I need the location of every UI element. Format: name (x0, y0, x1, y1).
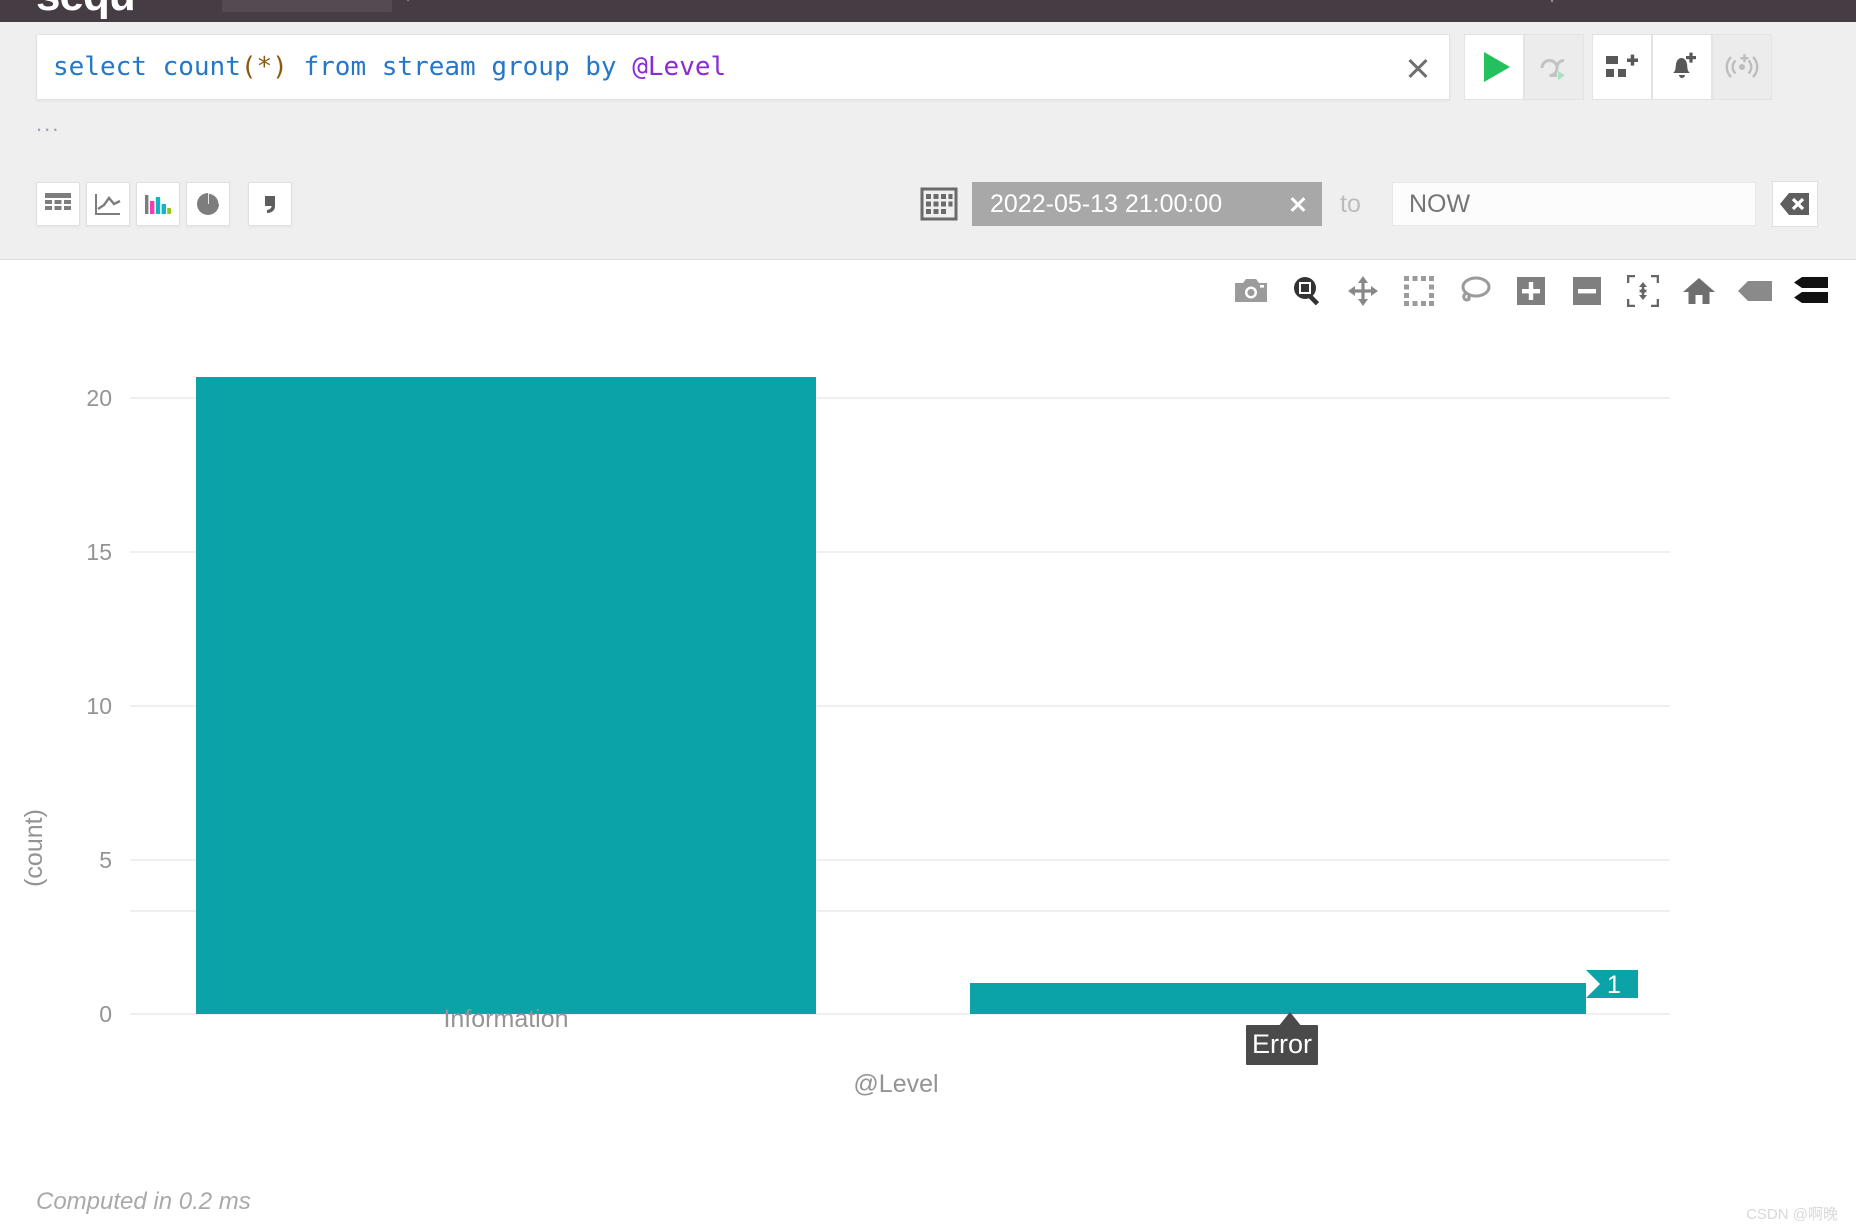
bar-value-text: 1 (1607, 971, 1621, 999)
calendar-picker-button[interactable] (920, 185, 958, 223)
x-tick-label-information: Information (443, 1005, 568, 1033)
line-chart-icon (95, 194, 121, 215)
view-line-chart-button[interactable] (86, 182, 130, 226)
header-search-pill[interactable] (222, 0, 392, 12)
query-row: select count(*) from stream group by @Le… (0, 34, 1856, 100)
broadcast-add-icon (1725, 54, 1759, 78)
run-query-button[interactable] (1464, 34, 1524, 100)
time-range-to-label: to (1340, 190, 1361, 218)
query-token-select: select (53, 52, 147, 82)
y-tick-label: 20 (86, 385, 112, 411)
time-range-from-value: 2022-05-13 21:00:00 (990, 189, 1223, 218)
y-tick-label: 15 (86, 539, 112, 565)
bar-error[interactable] (970, 983, 1586, 1014)
comma-icon (265, 196, 275, 213)
create-alert-button[interactable] (1652, 34, 1712, 100)
chevron-down-icon[interactable]: ▾ (404, 0, 412, 6)
compute-time-note: Computed in 0.2 ms (36, 1188, 251, 1215)
clear-from-date-icon[interactable] (1288, 194, 1308, 214)
bell-add-icon (1673, 52, 1696, 78)
hover-tooltip: Error (1246, 1012, 1318, 1065)
query-token-level: @Level (632, 52, 727, 82)
time-range-from-input[interactable]: 2022-05-13 21:00:00 (972, 182, 1322, 226)
query-token-from: from (303, 52, 367, 82)
pie-chart-icon (197, 193, 219, 215)
y-tick-label: 0 (99, 1001, 112, 1027)
y-tick-label: 5 (99, 847, 112, 873)
live-tail-button[interactable] (1524, 34, 1584, 100)
calendar-icon (920, 187, 958, 221)
time-range-to-input[interactable] (1392, 182, 1756, 226)
query-token-count: count (162, 52, 241, 82)
query-token-paren-open: ( (240, 52, 257, 82)
clear-time-range-button[interactable] (1772, 181, 1818, 227)
view-bar-chart-button[interactable] (136, 182, 180, 226)
query-token-paren-close: ) (272, 52, 288, 82)
query-token-stream: stream (381, 52, 476, 82)
view-pie-chart-button[interactable] (186, 182, 230, 226)
clear-query-icon[interactable] (1403, 53, 1433, 83)
header-menu-icon[interactable]: ▾ (1548, 0, 1556, 8)
watermark: CSDN @啊晚 (1746, 1206, 1838, 1223)
hover-tooltip-text: Error (1252, 1029, 1312, 1059)
query-token-by: by (585, 52, 617, 82)
repeat-play-icon (1540, 59, 1565, 80)
bar-value-label: 1 (1586, 970, 1638, 999)
chart-container: 20 15 10 5 0 (count) 1 Information Error… (0, 260, 1856, 1232)
x-axis-title: @Level (853, 1070, 938, 1098)
query-input[interactable]: select count(*) from stream group by @Le… (36, 34, 1450, 100)
table-icon (45, 193, 71, 210)
expand-query-options[interactable]: ... (36, 113, 60, 135)
y-tick-label: 10 (86, 693, 112, 719)
view-raw-button[interactable] (248, 182, 292, 226)
add-to-dashboard-button[interactable] (1592, 34, 1652, 100)
y-axis-title: (count) (20, 809, 48, 887)
dashboard-add-icon (1606, 54, 1638, 77)
app-logo[interactable]: sequ (36, 0, 136, 18)
bar-chart-icon (145, 195, 171, 214)
app-header-bar: sequ ▾ ▾ (0, 0, 1856, 22)
query-text: select count(*) from stream group by @Le… (53, 35, 726, 99)
bar-chart-plot[interactable]: 20 15 10 5 0 (count) 1 Information Error… (0, 260, 1856, 1232)
bar-information[interactable] (196, 377, 816, 1014)
query-token-star: * (256, 52, 273, 82)
create-signal-button[interactable] (1712, 34, 1772, 100)
play-icon (1484, 52, 1510, 82)
query-token-group: group (491, 52, 570, 82)
view-table-button[interactable] (36, 182, 80, 226)
backspace-icon (1780, 193, 1809, 215)
query-panel: select count(*) from stream group by @Le… (0, 22, 1856, 260)
